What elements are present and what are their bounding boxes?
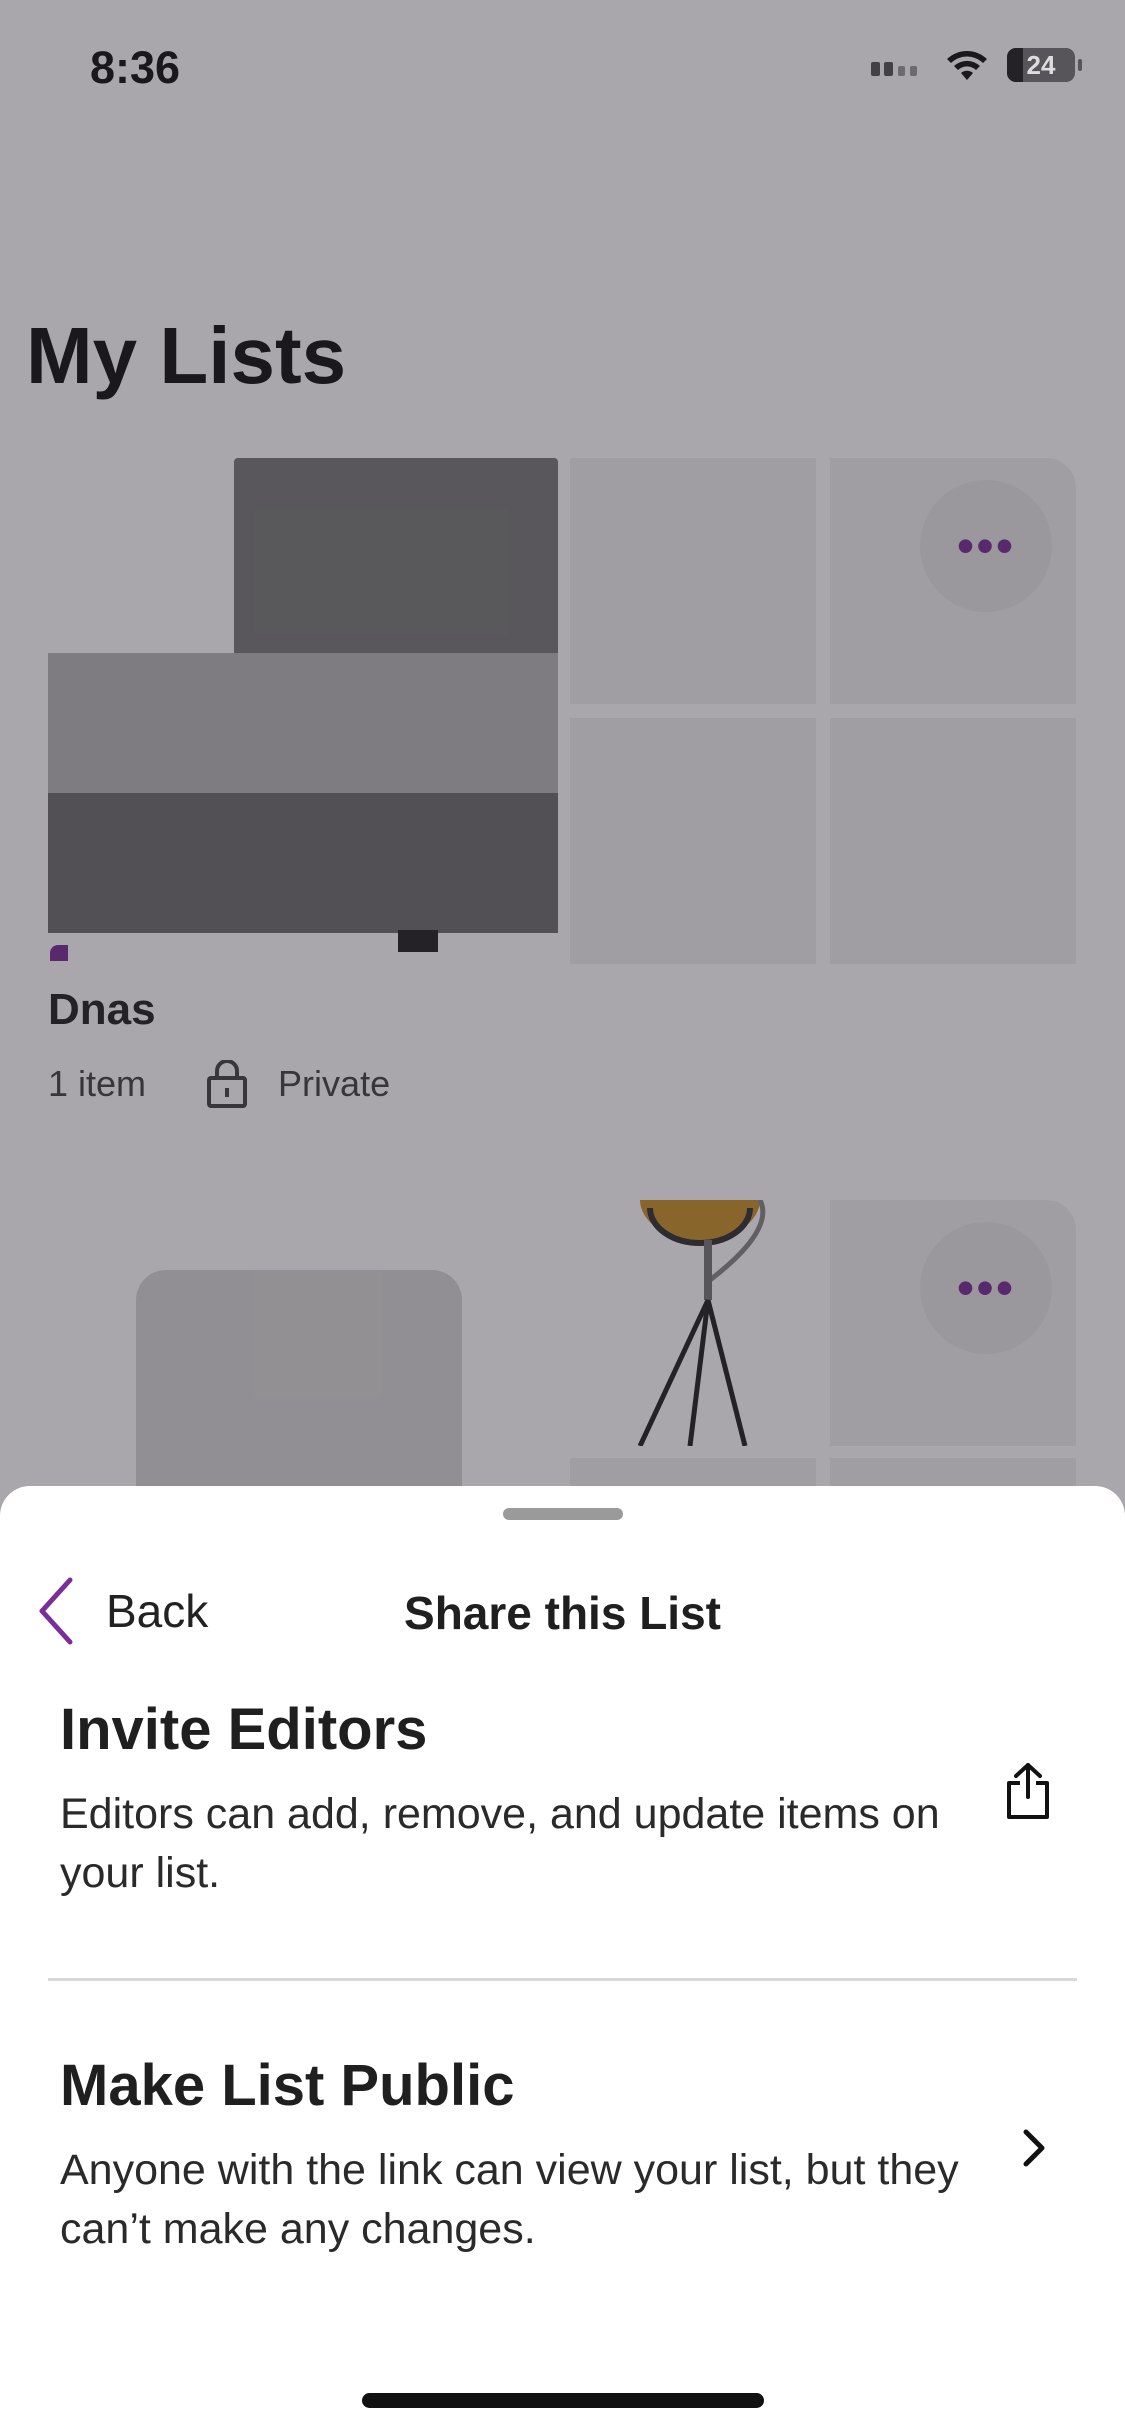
sheet-grabber[interactable] [503, 1508, 623, 1520]
chevron-right-icon[interactable] [1018, 2126, 1050, 2170]
home-indicator[interactable] [362, 2393, 764, 2408]
share-icon[interactable] [1005, 1761, 1051, 1821]
invite-editors-option[interactable]: Invite Editors Editors can add, remove, … [60, 1696, 1020, 1904]
battery-label: 24 [1026, 49, 1056, 80]
share-sheet: Back Share this List Invite Editors Edit… [0, 1486, 1125, 2436]
make-list-public-description: Anyone with the link can view your list,… [60, 2146, 959, 2254]
invite-editors-heading: Invite Editors [60, 1697, 428, 1762]
invite-editors-description: Editors can add, remove, and update item… [60, 1790, 940, 1898]
make-list-public-option[interactable]: Make List Public Anyone with the link ca… [60, 2052, 1020, 2260]
make-list-public-heading: Make List Public [60, 2053, 515, 2118]
section-divider [48, 1978, 1077, 1981]
sheet-title: Share this List [404, 1587, 721, 1639]
